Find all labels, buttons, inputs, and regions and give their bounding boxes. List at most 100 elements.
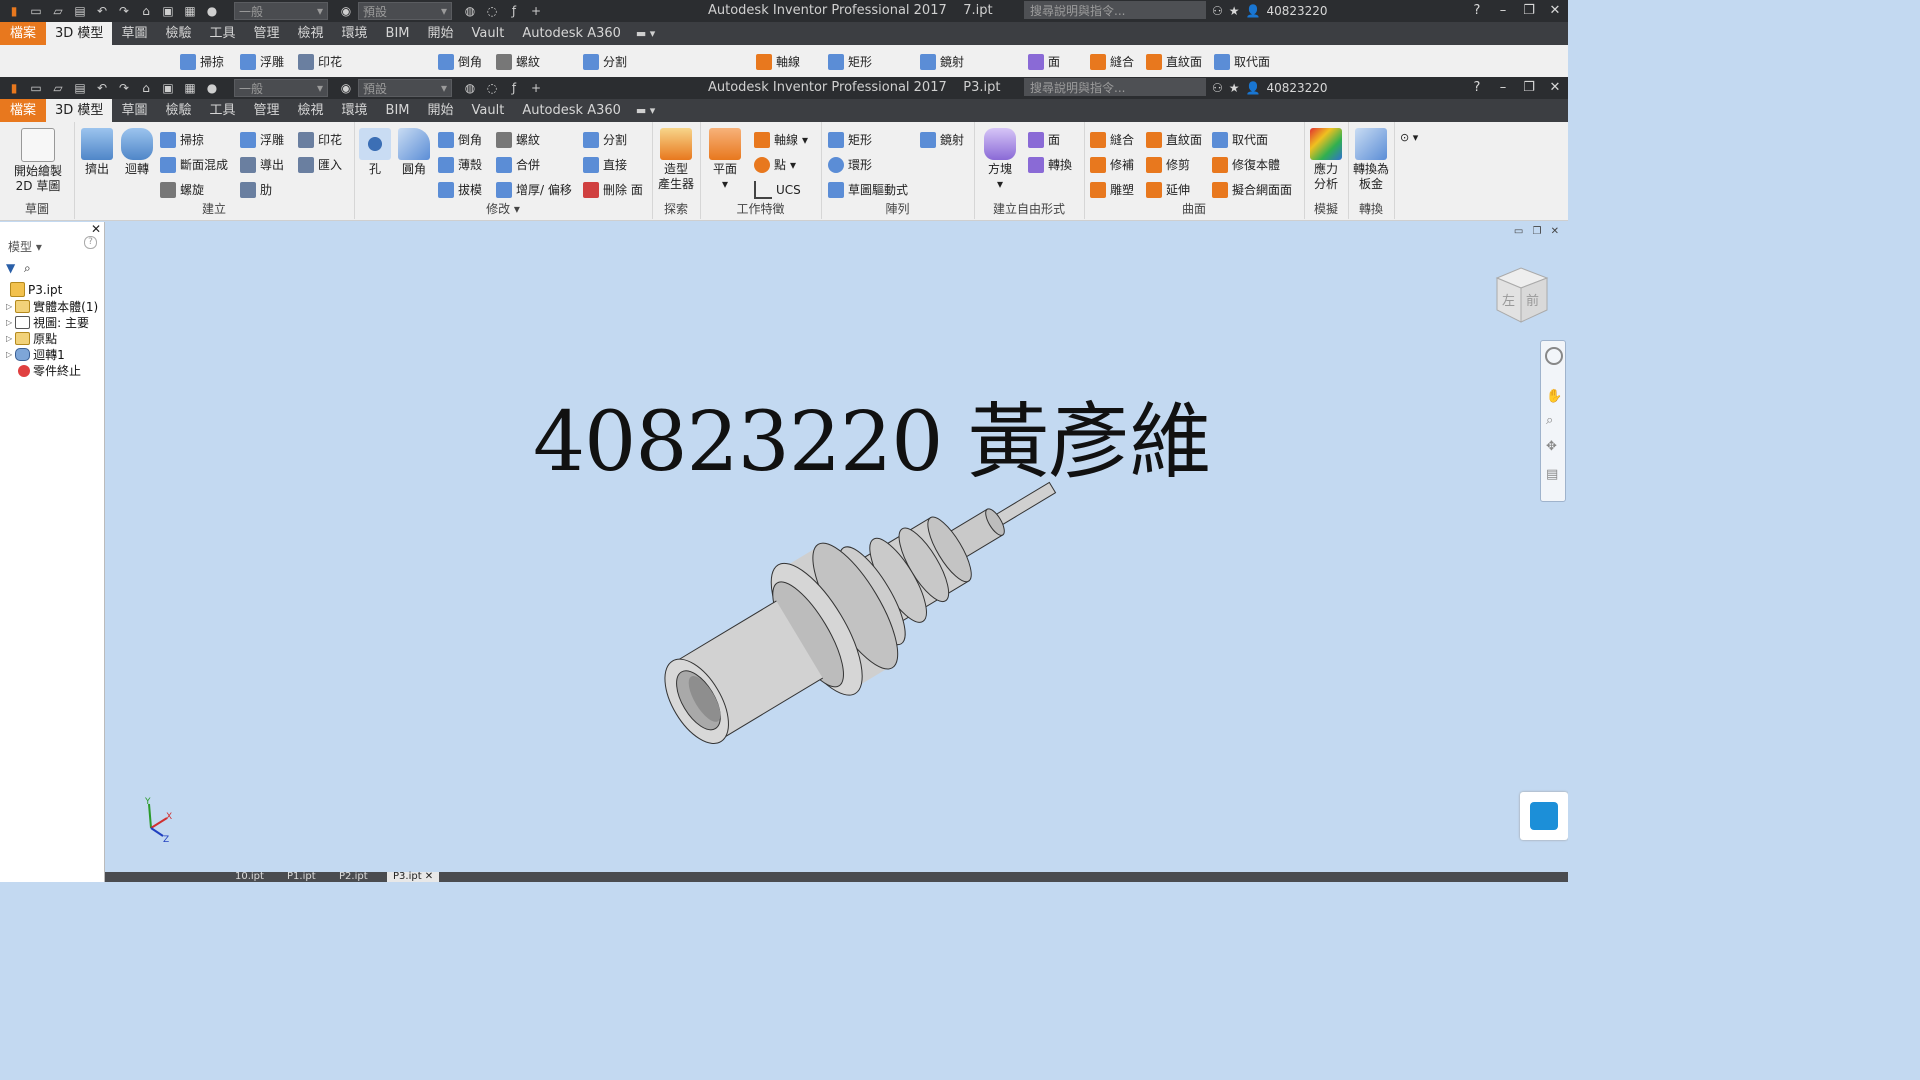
stress-analysis-button[interactable]: 應力 分析 — [1308, 128, 1344, 192]
revolve-button[interactable]: 迴轉 — [118, 128, 156, 177]
user-icon[interactable]: 👤 — [1246, 81, 1261, 95]
face-button-top[interactable]: 面 — [1028, 53, 1060, 70]
steering-wheel-icon[interactable] — [1545, 347, 1563, 365]
select-icon[interactable]: ▦ — [180, 79, 200, 97]
pan-icon[interactable]: ✋ — [1546, 389, 1562, 404]
open-icon[interactable]: ▱ — [48, 2, 68, 20]
import-button[interactable]: 匯入 — [298, 156, 342, 173]
find-icon[interactable]: ⌕ — [24, 261, 31, 276]
home-icon[interactable]: ⌂ — [136, 79, 156, 97]
fx-icon[interactable]: ƒ — [504, 79, 524, 97]
extend-button[interactable]: 延伸 — [1146, 181, 1190, 198]
direct-button[interactable]: 直接 — [583, 156, 627, 173]
user-name[interactable]: 40823220 — [1266, 81, 1327, 95]
search-field-top[interactable]: 搜尋說明與指令... — [1024, 1, 1206, 19]
tab-sketch-top[interactable]: 草圖 — [112, 22, 156, 45]
save-icon[interactable]: ▤ — [70, 2, 90, 20]
viewcube[interactable]: 左 前 — [1491, 264, 1549, 323]
save-icon[interactable]: ▤ — [70, 79, 90, 97]
mirror-button-top[interactable]: 鏡射 — [920, 53, 964, 70]
circ-pattern-button[interactable]: 環形 — [828, 156, 872, 173]
help-icon[interactable]: ? — [1464, 77, 1490, 99]
split-button[interactable]: 分割 — [583, 131, 627, 148]
signin-icon[interactable]: ⚇ — [1212, 81, 1223, 95]
tab-file[interactable]: 檔案 — [0, 99, 47, 122]
tab-a360[interactable]: Autodesk A360 — [513, 99, 630, 122]
combine-button[interactable]: 合併 — [496, 156, 540, 173]
tree-item-view[interactable]: ▷ 視圖: 主要 — [6, 314, 89, 331]
tab-view[interactable]: 檢視 — [289, 99, 333, 122]
tree-item-revolve[interactable]: ▷ 迴轉1 — [6, 346, 65, 363]
shell-button[interactable]: 薄殼 — [438, 156, 482, 173]
tab-inspect[interactable]: 檢驗 — [156, 99, 200, 122]
viewcube-front-label[interactable]: 前 — [1526, 290, 1539, 309]
select-icon[interactable]: ▦ — [180, 2, 200, 20]
material-icon[interactable]: ● — [202, 79, 222, 97]
mirror-button[interactable]: 鏡射 — [920, 131, 964, 148]
doc-tab[interactable]: 10.ipt — [235, 872, 264, 882]
minimize-icon[interactable]: – — [1490, 77, 1516, 99]
tab-start[interactable]: 開始 — [419, 99, 463, 122]
axis-button-top[interactable]: 軸線 — [756, 53, 800, 70]
delete-face-button[interactable]: 刪除 面 — [583, 181, 643, 198]
plus-icon[interactable]: + — [526, 2, 546, 20]
redo-icon[interactable]: ↷ — [114, 79, 134, 97]
tab-environments[interactable]: 環境 — [333, 99, 377, 122]
restore-icon[interactable]: ❐ — [1516, 77, 1542, 99]
search-field[interactable]: 搜尋說明與指令... — [1024, 78, 1206, 96]
tab-start-top[interactable]: 開始 — [419, 22, 463, 45]
rib-button[interactable]: 肋 — [240, 181, 272, 198]
chamfer-button[interactable]: 倒角 — [438, 131, 482, 148]
tab-view-top[interactable]: 檢視 — [289, 22, 333, 45]
derive-button[interactable]: 導出 — [240, 156, 284, 173]
clear-icon[interactable]: ◌ — [482, 79, 502, 97]
clear-icon[interactable]: ◌ — [482, 2, 502, 20]
orbit-icon[interactable]: ✥ — [1546, 439, 1557, 454]
replace-face-button[interactable]: 取代面 — [1212, 131, 1268, 148]
tree-item-part[interactable]: P3.ipt — [10, 282, 62, 297]
tab-bim-top[interactable]: BIM — [377, 22, 419, 45]
zoom-icon[interactable]: ⌕ — [1546, 413, 1553, 428]
undo-icon[interactable]: ↶ — [92, 2, 112, 20]
emboss-button-top[interactable]: 浮雕 — [240, 53, 284, 70]
convert-button[interactable]: 轉換 — [1028, 156, 1072, 173]
close-icon[interactable]: ✕ — [1542, 0, 1568, 22]
split-button-top[interactable]: 分割 — [583, 53, 627, 70]
tab-manage[interactable]: 管理 — [244, 99, 288, 122]
tree-item-origin[interactable]: ▷ 原點 — [6, 330, 57, 347]
patch-button[interactable]: 修補 — [1090, 156, 1134, 173]
tab-manage-top[interactable]: 管理 — [244, 22, 288, 45]
look-at-icon[interactable]: ▤ — [1546, 467, 1558, 482]
sculpt-button[interactable]: 雕塑 — [1090, 181, 1134, 198]
loft-button[interactable]: 斷面混成 — [160, 156, 228, 173]
plane-button[interactable]: 平面 ▾ — [706, 128, 744, 192]
ucs-button[interactable]: UCS — [754, 181, 801, 199]
style-select-top[interactable]: 一般 ▾ — [234, 2, 328, 20]
chamfer-button-top[interactable]: 倒角 — [438, 53, 482, 70]
tab-file-top[interactable]: 檔案 — [0, 22, 47, 45]
ribbon-toggle-icon[interactable]: ▬ ▾ — [630, 27, 655, 40]
ruled-surface-button[interactable]: 直紋面 — [1146, 131, 1202, 148]
adjust-icon[interactable]: ◍ — [460, 2, 480, 20]
hole-button[interactable]: 孔 — [358, 128, 392, 177]
app-logo-icon[interactable]: ▮ — [4, 2, 24, 20]
sweep-button[interactable]: 掃掠 — [160, 131, 204, 148]
panel-options-icon[interactable]: ⊙ ▾ — [1400, 131, 1418, 144]
style-select[interactable]: 一般 ▾ — [234, 79, 328, 97]
appearance-icon[interactable]: ◉ — [336, 2, 356, 20]
tab-3d-model[interactable]: 3D 模型 — [46, 99, 113, 122]
tab-environments-top[interactable]: 環境 — [333, 22, 377, 45]
emboss-button[interactable]: 浮雕 — [240, 131, 284, 148]
sweep-button-top[interactable]: 掃掠 — [180, 53, 224, 70]
adjust-icon[interactable]: ◍ — [460, 79, 480, 97]
close-icon[interactable]: ✕ — [1542, 77, 1568, 99]
close-browser-icon[interactable]: ✕ — [91, 222, 101, 236]
tab-3d-model-top[interactable]: 3D 模型 — [46, 22, 113, 45]
part-model[interactable] — [105, 222, 1568, 872]
tab-vault-top[interactable]: Vault — [463, 22, 514, 45]
browser-title[interactable]: 模型 ▾ — [8, 238, 42, 255]
filter-icon[interactable]: ▼ — [6, 261, 15, 275]
redo-icon[interactable]: ↷ — [114, 2, 134, 20]
help-icon[interactable]: ? — [1464, 0, 1490, 22]
ruled-button-top[interactable]: 直紋面 — [1146, 53, 1202, 70]
